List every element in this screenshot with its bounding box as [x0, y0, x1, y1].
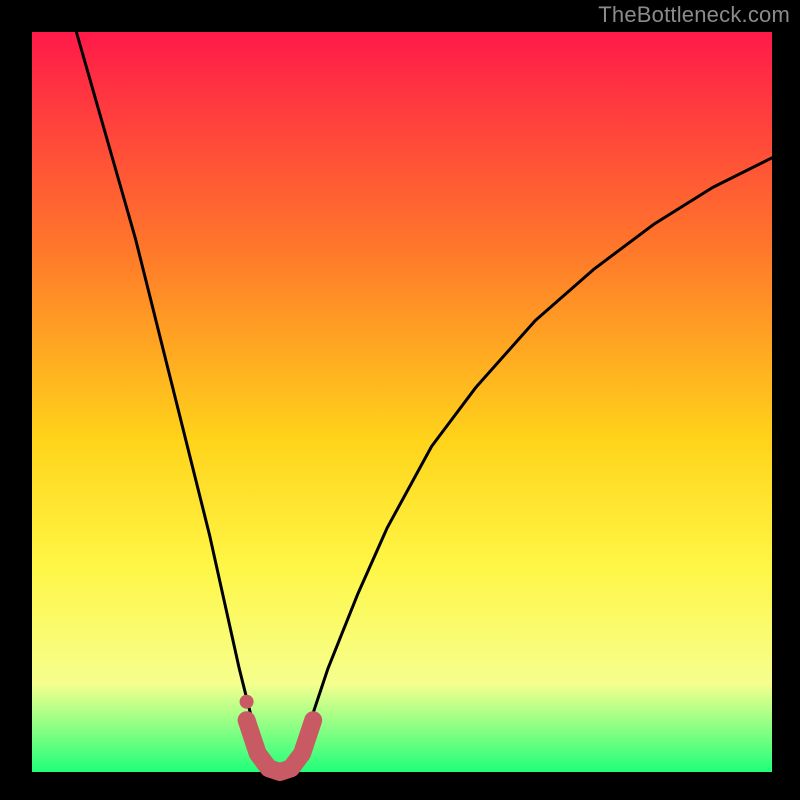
chart-frame: { "watermark": "TheBottleneck.com", "col…: [0, 0, 800, 800]
marker-dot: [240, 695, 254, 709]
bottleneck-chart: [0, 0, 800, 800]
plot-background: [32, 32, 772, 772]
watermark-text: TheBottleneck.com: [598, 2, 790, 28]
